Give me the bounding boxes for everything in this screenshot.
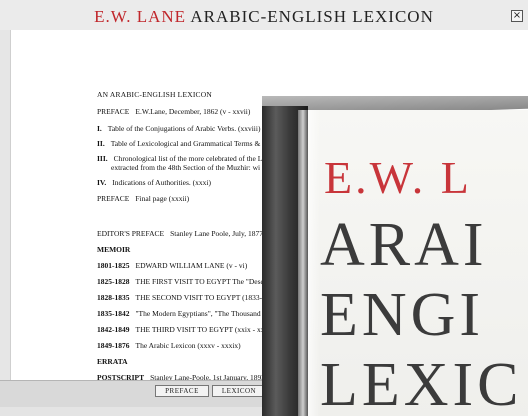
toc-item-desc: THE FIRST VISIT TO EGYPT The "Desc (135, 277, 264, 286)
toc-item-num: 1842-1849 (97, 325, 130, 334)
toc-item-desc: THE SECOND VISIT TO EGYPT (1833- (135, 293, 263, 302)
toc-item[interactable]: ERRATA (97, 357, 128, 366)
toc-item-num: EDITOR'S PREFACE (97, 229, 165, 238)
toc-item[interactable]: 1849-1876 The Arabic Lexicon (xxxv - xxxi… (97, 341, 241, 350)
toc-item[interactable]: 1825-1828 THE FIRST VISIT TO EGYPT The "D… (97, 277, 264, 286)
title-author: E.W. LANE (94, 7, 187, 26)
toc-item[interactable]: EDITOR'S PREFACE Stanley Lane Poole, July… (97, 229, 263, 238)
toc-item[interactable]: MEMOIR (97, 245, 130, 254)
toc-item-desc: Table of the Conjugations of Arabic Verb… (107, 124, 261, 133)
toc-item-desc: Final page (xxxii) (135, 194, 190, 203)
toc-item-num: III. (97, 154, 108, 163)
toc-item[interactable]: II. Table of Lexicological and Grammatica… (97, 139, 260, 148)
window-title: E.W. LANE ARABIC-ENGLISH LEXICON (0, 7, 528, 27)
toc-item[interactable]: PREFACE Final page (xxxii) (97, 194, 189, 203)
toc-item-num: 1828-1835 (97, 293, 130, 302)
toc-item[interactable]: IV. Indications of Authorities. (xxxi) (97, 178, 211, 187)
toc-item-num: 1825-1828 (97, 277, 130, 286)
toc-item-desc-cont: extracted from the 48th Section of the M… (111, 163, 261, 172)
toc-item-desc: Indications of Authorities. (xxxi) (112, 178, 211, 187)
toc-item-num: IV. (97, 178, 107, 187)
toc-item[interactable]: 1842-1849 THE THIRD VISIT TO EGYPT (xxix … (97, 325, 264, 334)
toc-item[interactable]: 1835-1842 "The Modern Egyptians", "The Th… (97, 309, 261, 318)
toc-item[interactable]: PREFACE E.W.Lane, December, 1862 (v - xxv… (97, 107, 250, 116)
toc-item-num: PREFACE (97, 194, 130, 203)
toc-item-desc: "The Modern Egyptians", "The Thousand (135, 309, 261, 318)
toc-item-desc: Stanley Lane Poole, July, 1877 (170, 229, 263, 238)
toc-item-num: II. (97, 139, 105, 148)
toc-heading: AN ARABIC-ENGLISH LEXICON (97, 90, 212, 99)
toc-item-num: ERRATA (97, 357, 128, 366)
cover-author-text: E.W. L (324, 152, 472, 203)
toc-item-desc: EDWARD WILLIAM LANE (v - vi) (135, 261, 248, 270)
toc-item-num: PREFACE (97, 107, 130, 116)
cd-case-glare (308, 110, 320, 416)
toc-item[interactable]: III. Chronological list of the more celeb… (97, 154, 266, 172)
toc-item-desc: THE THIRD VISIT TO EGYPT (xxix - xx (135, 325, 265, 334)
cover-title-line-2: ENGI (320, 281, 485, 349)
preface-tab-button[interactable]: PREFACE (155, 385, 209, 397)
toc-item[interactable]: I. Table of the Conjugations of Arabic Ve… (97, 124, 260, 133)
toc-item-num: 1835-1842 (97, 309, 130, 318)
window-left-edge (0, 30, 10, 380)
toc-item-desc: E.W.Lane, December, 1862 (v - xxvii) (135, 107, 251, 116)
title-bar: E.W. LANE ARABIC-ENGLISH LEXICON × (0, 0, 528, 30)
toc-item-num: 1801-1825 (97, 261, 130, 270)
cover-title-line-3: LEXIC (320, 351, 523, 416)
toc-item-desc: The Arabic Lexicon (xxxv - xxxix) (135, 341, 241, 350)
toc-item-num: MEMOIR (97, 245, 131, 254)
cd-case-hinge (298, 110, 308, 416)
title-work: ARABIC-ENGLISH LEXICON (190, 7, 434, 26)
close-button[interactable]: × (511, 10, 523, 22)
toc-item[interactable]: 1801-1825 EDWARD WILLIAM LANE (v - vi) (97, 261, 247, 270)
cd-case-image: E.W. L ARAI ENGI LEXIC (262, 96, 528, 416)
toc-item[interactable]: 1828-1835 THE SECOND VISIT TO EGYPT (1833… (97, 293, 262, 302)
lexicon-tab-button[interactable]: LEXICON (212, 385, 266, 397)
toc-item-desc: Table of Lexicological and Grammatical T… (110, 139, 261, 148)
toc-item-num: 1849-1876 (97, 341, 130, 350)
cover-title-line-1: ARAI (320, 211, 488, 279)
toc-item-num: I. (97, 124, 102, 133)
toc-item-desc: Chronological list of the more celebrate… (113, 154, 266, 163)
